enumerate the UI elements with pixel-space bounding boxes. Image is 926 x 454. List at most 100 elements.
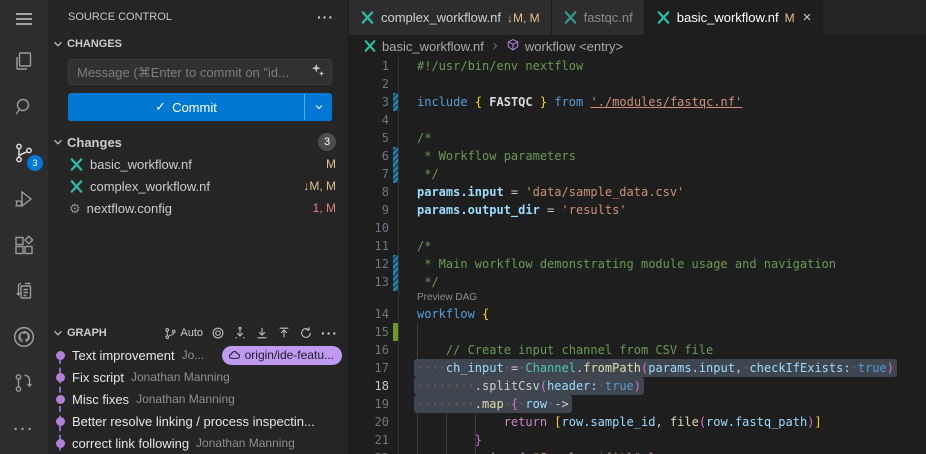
code-line-9: 9params.output_dir = 'results': [349, 201, 926, 219]
commit-author: Jo...: [182, 348, 205, 362]
code-line-4: 4: [349, 111, 926, 129]
graph-auto-button[interactable]: Auto: [164, 327, 203, 340]
code-text[interactable]: /*: [389, 237, 431, 255]
code-text[interactable]: [389, 75, 417, 93]
gutter-modified-marker: [393, 147, 398, 165]
gear-file-icon: ⚙: [69, 202, 81, 215]
file-row-complex-workflow[interactable]: complex_workflow.nf ↓M, M: [48, 175, 348, 197]
line-number: 21: [349, 431, 389, 449]
refresh-icon: [299, 326, 313, 340]
code-text[interactable]: }: [389, 431, 482, 449]
sidebar-title: SOURCE CONTROL: [68, 11, 317, 23]
check-icon: ✓: [155, 99, 166, 115]
graph-push-button[interactable]: [277, 326, 291, 340]
code-text[interactable]: return [row.sample_id, file(row.fastq_pa…: [389, 413, 822, 431]
sidebar-item-github[interactable]: [0, 314, 48, 360]
code-text[interactable]: params.input = 'data/sample_data.csv': [389, 183, 684, 201]
line-number: 12: [349, 255, 389, 273]
nextflow-file-icon: [363, 39, 377, 53]
commit-message: correct link following: [72, 436, 189, 451]
graph-fetch-button[interactable]: [233, 326, 247, 340]
code-line-1: 1#!/usr/bin/env nextflow: [349, 57, 926, 75]
changes-count-badge: 3: [318, 133, 336, 151]
menu-button[interactable]: [0, 0, 48, 38]
tab-close-icon[interactable]: ×: [803, 10, 812, 25]
nextflow-file-icon: [563, 10, 578, 25]
generate-commit-message-button[interactable]: [311, 63, 325, 82]
line-number: 7: [349, 165, 389, 183]
sidebar-item-source-control[interactable]: 3: [0, 130, 48, 176]
commit-button[interactable]: ✓ Commit: [68, 93, 332, 121]
code-text[interactable]: * Workflow parameters: [389, 147, 576, 165]
code-text[interactable]: [389, 111, 417, 129]
commit-button-main[interactable]: ✓ Commit: [68, 93, 304, 121]
code-text[interactable]: /*: [389, 129, 431, 147]
sidebar-item-run-debug[interactable]: [0, 176, 48, 222]
sidebar-title-row: SOURCE CONTROL ···: [48, 0, 348, 33]
graph-section-header[interactable]: GRAPH Auto ···: [48, 322, 348, 344]
commit-row[interactable]: Misc fixes Jonathan Manning: [48, 388, 348, 410]
code-text[interactable]: ········.splitCsv(header:·true): [389, 377, 644, 395]
commit-message-input[interactable]: [77, 65, 311, 80]
sidebar-item-explorer[interactable]: [0, 38, 48, 84]
nextflow-file-icon: [360, 10, 375, 25]
graph-actions: Auto ···: [164, 325, 338, 341]
commit-row[interactable]: Text improvement Jo... origin/ide-featu.…: [48, 344, 348, 366]
activity-bar: 3 ···: [0, 0, 48, 454]
code-line-20: 20 return [row.sample_id, file(row.fastq…: [349, 413, 926, 431]
code-text[interactable]: params.output_dir = 'results': [389, 201, 627, 219]
commit-dropdown-button[interactable]: [305, 93, 332, 121]
tab-basic-workflow[interactable]: basic_workflow.nf M ×: [645, 0, 824, 35]
code-text[interactable]: #!/usr/bin/env nextflow: [389, 57, 583, 75]
sidebar-item-search[interactable]: [0, 84, 48, 130]
explorer-icon: [12, 49, 36, 73]
codelens-preview-dag[interactable]: Preview DAG: [349, 291, 926, 305]
code-text[interactable]: // Create input channel from CSV file: [389, 341, 713, 359]
graph-pull-button[interactable]: [255, 326, 269, 340]
file-row-nextflow-config[interactable]: ⚙ nextflow.config 1, M: [48, 197, 348, 219]
commit-message: Misc fixes: [72, 392, 129, 407]
code-area[interactable]: 1#!/usr/bin/env nextflow23include { FAST…: [349, 57, 926, 454]
more-actions-icon: ···: [14, 421, 35, 438]
scm-more-actions-button[interactable]: ···: [317, 9, 334, 25]
graph-refresh-button[interactable]: [299, 326, 313, 340]
code-text[interactable]: workflow {: [389, 305, 489, 323]
activity-bar-more-button[interactable]: ···: [0, 406, 48, 452]
line-number: 20: [349, 413, 389, 431]
file-row-basic-workflow[interactable]: basic_workflow.nf M: [48, 153, 348, 175]
code-line-2: 2: [349, 75, 926, 93]
code-text[interactable]: ····ch_input·=·Channel.fromPath(params.i…: [389, 359, 897, 377]
remote-branch-badge[interactable]: origin/ide-featu...: [222, 346, 342, 365]
changes-section-header[interactable]: CHANGES: [48, 33, 348, 55]
tab-bar: complex_workflow.nf ↓M, M fastqc.nf basi…: [349, 0, 926, 35]
commit-message-box: [68, 59, 332, 85]
code-text[interactable]: ········.map·{·row·->: [389, 395, 572, 413]
breadcrumb-symbol[interactable]: workflow <entry>: [525, 39, 623, 54]
graph-more-actions-button[interactable]: ···: [321, 325, 338, 341]
sidebar-item-extensions[interactable]: [0, 222, 48, 268]
sidebar-item-references[interactable]: [0, 268, 48, 314]
line-number: 18: [349, 377, 389, 395]
line-number: 13: [349, 273, 389, 291]
commit-row[interactable]: Better resolve linking / process inspect…: [48, 410, 348, 432]
sidebar-item-source-control-graph[interactable]: [0, 360, 48, 406]
line-number: 2: [349, 75, 389, 93]
commit-row[interactable]: correct link following Jonathan Manning: [48, 432, 348, 454]
code-line-16: 16 // Create input channel from CSV file: [349, 341, 926, 359]
code-text[interactable]: * Main workflow demonstrating module usa…: [389, 255, 836, 273]
code-line-14: 14workflow {: [349, 305, 926, 323]
graph-goto-current-button[interactable]: [211, 326, 225, 340]
tab-fastqc[interactable]: fastqc.nf: [552, 0, 645, 35]
gutter-modified-marker: [393, 93, 398, 111]
commit-message: Better resolve linking / process inspect…: [72, 414, 315, 429]
code-text[interactable]: .view { "Sample: ${it}" }: [389, 449, 655, 454]
source-control-panel: SOURCE CONTROL ··· CHANGES ✓ Commit: [48, 0, 349, 454]
breadcrumb-file[interactable]: basic_workflow.nf: [382, 39, 484, 54]
tab-label: complex_workflow.nf: [381, 10, 501, 25]
line-number: 10: [349, 219, 389, 237]
tab-complex-workflow[interactable]: complex_workflow.nf ↓M, M: [349, 0, 552, 35]
commit-row[interactable]: Fix script Jonathan Manning: [48, 366, 348, 388]
changes-tree-header[interactable]: Changes 3: [48, 131, 348, 153]
code-text[interactable]: [389, 219, 417, 237]
code-text[interactable]: include { FASTQC } from './modules/fastq…: [389, 93, 742, 111]
